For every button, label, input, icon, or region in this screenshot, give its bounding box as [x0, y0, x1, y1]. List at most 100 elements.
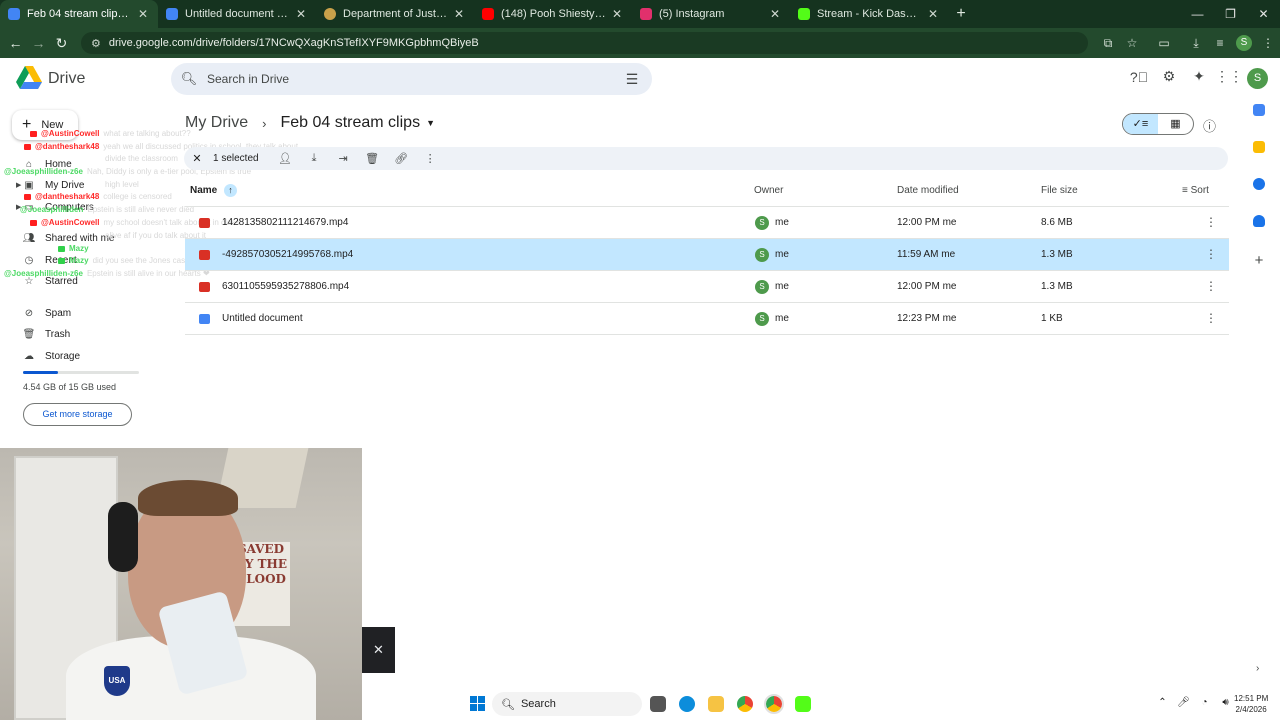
gemini-sparkle-icon[interactable]: ✦ [1184, 68, 1214, 85]
share-icon[interactable]: 👤︎ [271, 152, 300, 165]
row-more-icon[interactable]: ⋮ [1205, 239, 1217, 270]
get-addons-plus-icon[interactable]: + [1255, 252, 1264, 269]
chat-message: Mazy did you see the Jones case [58, 256, 190, 265]
column-header-size[interactable]: File size [1041, 184, 1078, 198]
delete-icon[interactable]: 🗑︎ [358, 152, 387, 165]
drive-app-name[interactable]: Drive [48, 70, 85, 88]
close-tab-icon[interactable]: ✕ [768, 7, 782, 21]
file-name: 6301105595935278806.mp4 [222, 281, 350, 292]
list-view-icon[interactable]: ✓≡ [1123, 114, 1158, 134]
folder-dropdown-icon[interactable]: ▼ [426, 118, 435, 128]
row-more-icon[interactable]: ⋮ [1205, 271, 1217, 302]
apps-grid-icon[interactable]: ⋮⋮ [1214, 68, 1244, 85]
address-bar[interactable]: ⚙ drive.google.com/drive/folders/17NCwQX… [81, 32, 1088, 54]
file-date: 11:59 AM me [897, 249, 956, 260]
column-header-name[interactable]: Name ↑ [190, 184, 238, 198]
nav-storage[interactable]: ☁ Storage [22, 347, 80, 365]
kick-app-icon[interactable] [795, 696, 811, 712]
reload-icon[interactable]: ↻ [50, 35, 73, 52]
get-more-storage-button[interactable]: Get more storage [23, 403, 132, 426]
tab-kick[interactable]: Stream - Kick Dashboard ✕ [790, 0, 948, 28]
volume-icon[interactable]: 🔊︎ [1215, 697, 1236, 708]
keep-icon[interactable] [1253, 141, 1265, 153]
contacts-icon[interactable] [1253, 215, 1265, 227]
sort-ascending-icon[interactable]: ↑ [224, 184, 238, 197]
chrome-profile-icon[interactable] [764, 694, 784, 714]
table-row[interactable]: 1428135802111214679.mp4 S me 12:00 PM me… [185, 207, 1229, 238]
close-tab-icon[interactable]: ✕ [294, 7, 308, 21]
more-actions-icon[interactable]: ⋮ [416, 152, 445, 165]
chat-message: @Joeasphilliden-z6e Epstein is still aliv… [4, 269, 210, 278]
row-more-icon[interactable]: ⋮ [1205, 303, 1217, 334]
browser-menu-icon[interactable]: ⋮ [1256, 36, 1280, 50]
sort-button[interactable]: ≡ Sort [1182, 184, 1209, 198]
search-input[interactable]: Search in Drive [207, 72, 612, 86]
windows-start-icon[interactable] [470, 696, 485, 711]
close-tab-icon[interactable]: ✕ [610, 7, 624, 21]
expand-caret-icon[interactable]: ▶ [16, 181, 21, 189]
search-filter-icon[interactable]: ☰ [612, 71, 652, 88]
nav-trash[interactable]: 🗑︎ Trash [22, 325, 71, 343]
sidebar-icon[interactable]: ▭ [1152, 36, 1176, 50]
minimize-icon[interactable]: — [1181, 0, 1214, 28]
tab-drive[interactable]: Feb 04 stream clips - Google D ✕ [0, 0, 158, 28]
clear-selection-icon[interactable]: ✕ [186, 152, 208, 165]
nav-spam[interactable]: ⊘ Spam [22, 304, 71, 322]
column-header-owner[interactable]: Owner [754, 184, 783, 198]
drive-search-bar[interactable]: 🔍︎ Search in Drive ☰ [171, 63, 652, 95]
close-popup-icon[interactable]: ✕ [362, 627, 395, 673]
bookmark-star-icon[interactable]: ☆ [1120, 36, 1144, 50]
help-icon[interactable]: ?⃝ [1124, 69, 1154, 85]
taskbar-clock[interactable]: 12:51 PM 2/4/2026 [1234, 693, 1268, 715]
google-docs-favicon-icon [166, 8, 178, 20]
hide-panel-chevron-icon[interactable]: › [1256, 663, 1259, 674]
profile-avatar[interactable]: S [1235, 35, 1252, 51]
taskbar-search[interactable]: 🔍︎ Search [492, 692, 642, 716]
tab-youtube[interactable]: (148) Pooh Shiesty - FDO [Offic ✕ [474, 0, 632, 28]
tab-instagram[interactable]: (5) Instagram ✕ [632, 0, 790, 28]
tasks-icon[interactable] [1253, 178, 1265, 190]
table-row[interactable]: 6301105595935278806.mp4 S me 12:00 PM me… [185, 271, 1229, 302]
copy-link-icon[interactable]: 🔗︎ [387, 152, 416, 165]
file-name: 1428135802111214679.mp4 [222, 217, 349, 228]
task-view-icon[interactable] [650, 696, 666, 712]
info-icon[interactable]: ⓘ [1203, 116, 1216, 135]
grid-view-icon[interactable]: ▦ [1158, 114, 1193, 134]
microphone-icon[interactable]: 🎤︎ [1173, 697, 1194, 708]
chrome-icon[interactable] [737, 696, 753, 712]
row-more-icon[interactable]: ⋮ [1205, 207, 1217, 238]
reading-list-icon[interactable]: ≡ [1208, 36, 1232, 50]
settings-gear-icon[interactable]: ⚙ [1154, 68, 1184, 85]
breadcrumb-my-drive[interactable]: My Drive [185, 114, 248, 132]
search-icon[interactable]: 🔍︎ [171, 71, 207, 87]
table-row[interactable]: Untitled document S me 12:23 PM me 1 KB … [185, 303, 1229, 334]
restore-icon[interactable]: ❐ [1214, 0, 1247, 28]
column-header-date[interactable]: Date modified [897, 184, 959, 198]
forward-arrow-icon[interactable]: → [27, 35, 50, 51]
close-window-icon[interactable]: ✕ [1247, 0, 1280, 28]
file-explorer-icon[interactable] [708, 696, 724, 712]
calendar-icon[interactable] [1253, 104, 1265, 116]
file-owner: me [775, 313, 789, 324]
tab-docs[interactable]: Untitled document - Google D ✕ [158, 0, 316, 28]
download-icon[interactable]: ⤓ [1184, 36, 1208, 51]
account-avatar[interactable]: S [1247, 68, 1268, 89]
tray-overflow-icon[interactable]: ⌃ [1152, 697, 1173, 708]
tab-doj[interactable]: Department of Justice | Epstein ✕ [316, 0, 474, 28]
download-icon[interactable]: ⤓ [300, 152, 329, 165]
move-icon[interactable]: ⇥ [329, 152, 358, 165]
close-tab-icon[interactable]: ✕ [926, 7, 940, 21]
close-tab-icon[interactable]: ✕ [452, 7, 466, 21]
site-info-icon[interactable]: ⚙ [91, 37, 101, 50]
breadcrumb-current-folder[interactable]: Feb 04 stream clips [280, 114, 420, 132]
close-tab-icon[interactable]: ✕ [136, 7, 150, 21]
tab-title: (148) Pooh Shiesty - FDO [Offic [501, 8, 606, 20]
people-icon: 👥︎ [22, 232, 36, 244]
new-tab-plus-icon[interactable]: + [948, 5, 974, 23]
install-app-icon[interactable]: ⧉ [1096, 36, 1120, 51]
back-arrow-icon[interactable]: ← [4, 35, 27, 51]
wifi-icon[interactable]: ◔ [1194, 697, 1215, 708]
table-row-selected[interactable]: -4928570305214995768.mp4 S me 11:59 AM m… [185, 239, 1229, 270]
drive-folder-icon: ▣ [24, 179, 34, 191]
edge-browser-icon[interactable] [679, 696, 695, 712]
